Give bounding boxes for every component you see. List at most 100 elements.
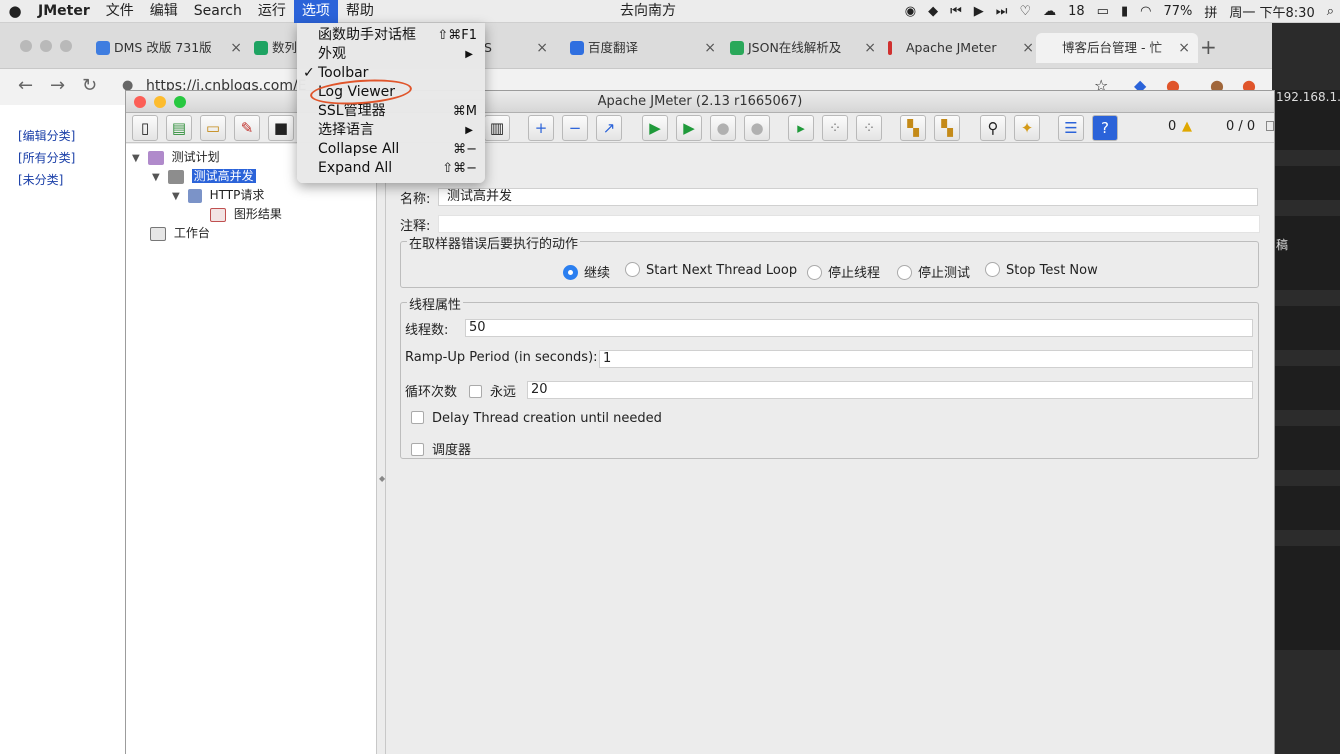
next-track-icon[interactable]: ⏭ bbox=[990, 4, 1014, 19]
clock[interactable]: 周一 下午8:30 bbox=[1223, 2, 1320, 21]
expand-arrow-icon[interactable]: ▼ bbox=[172, 188, 184, 206]
menu-item-collapse-all[interactable]: Collapse All ⌘− bbox=[297, 140, 485, 159]
edit-category-link[interactable]: [编辑分类] bbox=[18, 127, 75, 144]
clear-all-icon[interactable]: ▚ bbox=[934, 115, 960, 141]
menu-help[interactable]: 帮助 bbox=[338, 0, 382, 23]
remote-shutdown-icon[interactable]: ⁘ bbox=[856, 115, 882, 141]
browser-minimize-button[interactable] bbox=[40, 40, 52, 52]
tree-node-http-request[interactable]: ▼ HTTP请求 bbox=[172, 186, 264, 204]
menu-item-look-and-feel[interactable]: 外观 ▶ bbox=[297, 45, 485, 64]
save-icon[interactable]: ■ bbox=[268, 115, 294, 141]
apple-icon[interactable]: ● bbox=[0, 2, 30, 20]
menu-file[interactable]: 文件 bbox=[98, 0, 142, 23]
tree-node-test-plan[interactable]: ▼ 测试计划 bbox=[132, 148, 220, 166]
expand-arrow-icon[interactable]: ▼ bbox=[132, 150, 144, 168]
toggle-icon[interactable]: ↗ bbox=[596, 115, 622, 141]
all-category-link[interactable]: [所有分类] bbox=[18, 149, 75, 166]
new-plan-icon[interactable]: ▯ bbox=[132, 115, 158, 141]
wifi-icon[interactable]: ◠ bbox=[1134, 4, 1157, 19]
clear-icon[interactable]: ▚ bbox=[900, 115, 926, 141]
close-window-icon[interactable] bbox=[134, 96, 146, 108]
play-icon[interactable]: ▶ bbox=[968, 4, 990, 19]
rampup-field[interactable]: 1 bbox=[599, 350, 1253, 368]
battery-icon[interactable]: ▮ bbox=[1115, 4, 1134, 19]
zoom-window-icon[interactable] bbox=[174, 96, 186, 108]
browser-zoom-button[interactable] bbox=[60, 40, 72, 52]
back-icon[interactable]: ← bbox=[18, 75, 33, 96]
radio-stop-thread[interactable]: 停止线程 bbox=[807, 262, 880, 281]
menu-item-toolbar[interactable]: ✓ Toolbar bbox=[297, 64, 485, 83]
menu-search[interactable]: Search bbox=[186, 0, 250, 23]
tree-node-graph-results[interactable]: 图形结果 bbox=[210, 205, 282, 223]
close-tab-icon[interactable]: × bbox=[864, 33, 876, 63]
notification-icon[interactable]: ◆ bbox=[922, 4, 944, 19]
tree-node-thread-group[interactable]: ▼ 测试高并发 bbox=[152, 167, 256, 185]
menu-run[interactable]: 运行 bbox=[250, 0, 294, 23]
spotlight-icon[interactable]: ⌕ bbox=[1321, 4, 1340, 19]
browser-tab-dms[interactable]: DMS 改版 731版 × bbox=[88, 33, 250, 63]
radio-stop-test-now[interactable]: Stop Test Now bbox=[985, 262, 1098, 278]
menu-item-function-helper[interactable]: 函数助手对话框 ⇧⌘F1 bbox=[297, 26, 485, 45]
menu-edit[interactable]: 编辑 bbox=[142, 0, 186, 23]
close-tab-icon[interactable]: × bbox=[536, 33, 548, 63]
threads-field[interactable]: 50 bbox=[465, 319, 1253, 337]
loop-count-field[interactable]: 20 bbox=[527, 381, 1253, 399]
prev-track-icon[interactable]: ⏮ bbox=[944, 4, 968, 19]
menu-app-name[interactable]: JMeter bbox=[30, 0, 98, 23]
close-tab-icon[interactable]: × bbox=[704, 33, 716, 63]
new-tab-icon[interactable]: + bbox=[1200, 35, 1217, 59]
wechat-icon[interactable]: ☁ bbox=[1037, 4, 1062, 19]
shutdown-icon[interactable]: ● bbox=[744, 115, 770, 141]
menu-item-expand-all[interactable]: Expand All ⇧⌘− bbox=[297, 159, 485, 178]
close-tab-icon[interactable]: × bbox=[1178, 33, 1190, 63]
browser-close-button[interactable] bbox=[20, 40, 32, 52]
minimize-window-icon[interactable] bbox=[154, 96, 166, 108]
tree-node-workbench[interactable]: 工作台 bbox=[150, 224, 210, 242]
delay-thread-creation-checkbox[interactable]: Delay Thread creation until needed bbox=[411, 411, 662, 426]
search-icon[interactable]: ⚲ bbox=[980, 115, 1006, 141]
paste-icon[interactable]: ▥ bbox=[484, 115, 510, 141]
comment-field[interactable] bbox=[438, 215, 1260, 233]
collapse-icon[interactable]: − bbox=[562, 115, 588, 141]
airplay-icon[interactable]: ▭ bbox=[1091, 4, 1115, 19]
remote-start-icon[interactable]: ▸ bbox=[788, 115, 814, 141]
expand-icon[interactable]: + bbox=[528, 115, 554, 141]
start-no-pause-icon[interactable]: ▶ bbox=[676, 115, 702, 141]
help-icon[interactable]: ? bbox=[1092, 115, 1118, 141]
remote-stop-icon[interactable]: ⁘ bbox=[822, 115, 848, 141]
reload-icon[interactable]: ↻ bbox=[82, 75, 97, 96]
evernote-icon[interactable]: ◉ bbox=[899, 4, 922, 19]
templates-icon[interactable]: ▤ bbox=[166, 115, 192, 141]
forward-icon[interactable]: → bbox=[50, 75, 65, 96]
radio-continue[interactable]: 继续 bbox=[563, 262, 610, 281]
pane-splitter[interactable]: ◆ bbox=[377, 144, 386, 754]
radio-start-next-thread-loop[interactable]: Start Next Thread Loop bbox=[625, 262, 797, 278]
scheduler-checkbox[interactable]: 调度器 bbox=[411, 439, 471, 458]
menu-item-choose-language[interactable]: 选择语言 ▶ bbox=[297, 121, 485, 140]
splitter-grip-icon[interactable]: ◆ bbox=[379, 474, 385, 483]
menu-options[interactable]: 选项 bbox=[293, 0, 338, 23]
heart-icon[interactable]: ♡ bbox=[1013, 4, 1037, 19]
close-plan-icon[interactable]: ✎ bbox=[234, 115, 260, 141]
reset-search-icon[interactable]: ✦ bbox=[1014, 115, 1040, 141]
close-tab-icon[interactable]: × bbox=[1022, 33, 1034, 63]
name-field[interactable]: 测试高并发 bbox=[438, 188, 1258, 206]
stop-icon[interactable]: ● bbox=[710, 115, 736, 141]
input-method-icon[interactable]: 拼 bbox=[1198, 2, 1223, 21]
expand-arrow-icon[interactable]: ▼ bbox=[152, 169, 164, 187]
warning-icon[interactable]: ▲ bbox=[1182, 119, 1192, 134]
translate-favicon-icon bbox=[570, 41, 584, 55]
browser-tab-baidu-translate[interactable]: 百度翻译 × bbox=[562, 33, 724, 63]
browser-tab-jmeter[interactable]: Apache JMeter × bbox=[880, 33, 1042, 63]
open-icon[interactable]: ▭ bbox=[200, 115, 226, 141]
browser-tab-blog-admin[interactable]: 博客后台管理 - 忙 × bbox=[1036, 33, 1198, 63]
browser-tab-json[interactable]: JSON在线解析及 × bbox=[722, 33, 884, 63]
function-helper-icon[interactable]: ☰ bbox=[1058, 115, 1084, 141]
start-icon[interactable]: ▶ bbox=[642, 115, 668, 141]
uncategorized-link[interactable]: [未分类] bbox=[18, 171, 63, 188]
forever-checkbox[interactable]: 永远 bbox=[469, 381, 516, 400]
close-tab-icon[interactable]: × bbox=[230, 33, 242, 63]
menu-item-log-viewer[interactable]: Log Viewer bbox=[297, 83, 485, 102]
menu-item-ssl-manager[interactable]: SSL管理器 ⌘M bbox=[297, 102, 485, 121]
radio-stop-test[interactable]: 停止测试 bbox=[897, 262, 970, 281]
